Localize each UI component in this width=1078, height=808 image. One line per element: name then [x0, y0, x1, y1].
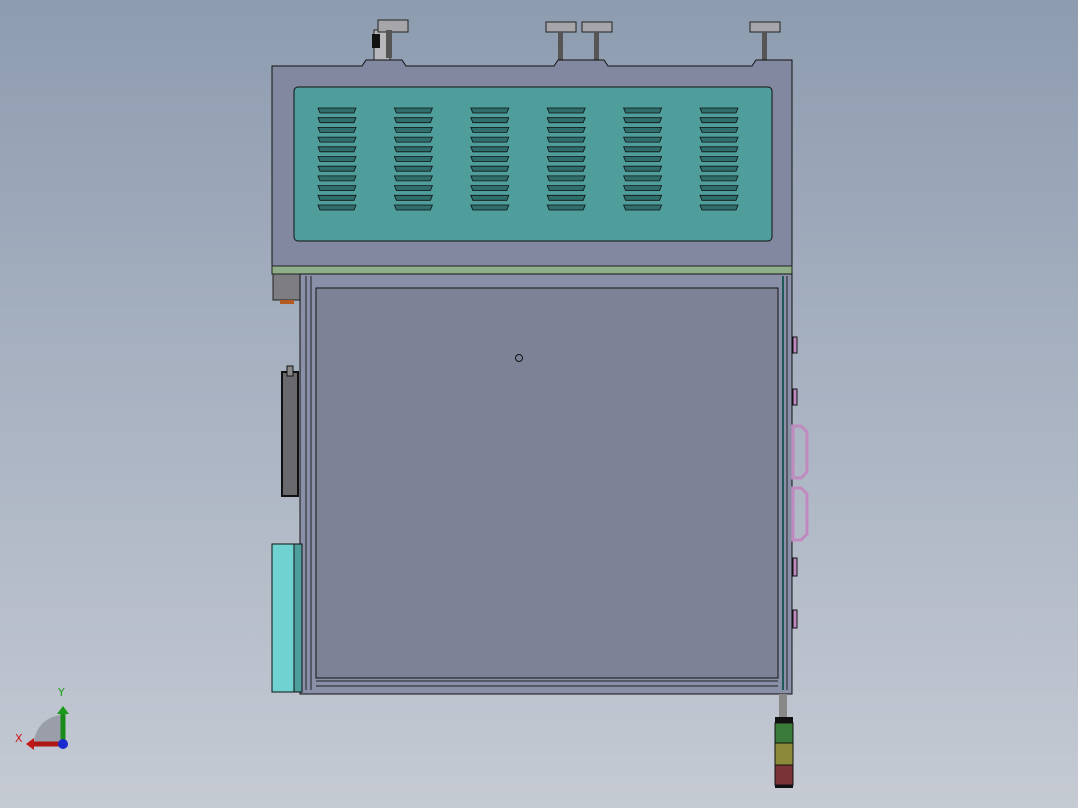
louver-slot	[699, 107, 739, 114]
louver-slot	[393, 185, 433, 191]
louver-panel	[293, 86, 773, 242]
louver-slot	[623, 156, 663, 162]
louver-slot	[623, 117, 663, 124]
axis-triad	[26, 706, 69, 750]
louver-slot	[623, 136, 663, 143]
louver-slot	[699, 127, 739, 133]
louver-slot	[623, 194, 663, 201]
louver-slot	[470, 146, 510, 153]
louver-slot	[393, 165, 433, 172]
louver-slot	[317, 194, 357, 201]
motor-block	[272, 273, 302, 301]
louver-slot	[470, 194, 510, 201]
knob	[545, 21, 577, 60]
louver-slot	[699, 194, 739, 201]
louver-slot	[699, 136, 739, 143]
louver-slot	[393, 136, 433, 143]
x-axis-label: X	[15, 732, 23, 745]
motor-base	[280, 300, 294, 304]
y-axis-label: Y	[58, 686, 65, 699]
louver-slot	[470, 107, 510, 114]
louver-slot	[317, 165, 357, 172]
chamber-door	[315, 287, 779, 679]
air-cylinder[interactable]	[281, 371, 299, 497]
louver-slot	[546, 136, 586, 143]
green-strip	[271, 265, 793, 275]
louver-slot	[317, 107, 357, 114]
louver-slot	[470, 175, 510, 182]
louver-slot	[317, 136, 357, 143]
louver-slot	[470, 136, 510, 143]
louver-slot	[317, 156, 357, 162]
louver-slot	[546, 175, 586, 182]
louver-slot	[470, 185, 510, 191]
louver-slot	[623, 146, 663, 153]
top-knobs	[372, 19, 781, 61]
louver-slot	[470, 156, 510, 162]
louver-slot	[546, 165, 586, 172]
louver-slot	[393, 204, 433, 211]
signal-tower	[774, 694, 794, 788]
louver-slot	[393, 117, 433, 124]
louver-slot	[393, 175, 433, 182]
knob	[749, 21, 781, 60]
louver-slot	[699, 185, 739, 191]
louver-slot	[546, 107, 586, 114]
louver-slot	[317, 185, 357, 191]
louver-slot	[699, 117, 739, 124]
louver-slot	[546, 204, 586, 211]
louver-slot	[470, 204, 510, 211]
louver-slot	[317, 117, 357, 124]
louver-slot	[546, 185, 586, 191]
louver-slot	[623, 204, 663, 211]
louver-slot	[470, 165, 510, 172]
louver-slot	[699, 204, 739, 211]
louver-slot	[699, 175, 739, 182]
knob	[581, 21, 613, 60]
louver-slot	[393, 107, 433, 114]
valve-knob	[372, 19, 409, 61]
louver-slot	[470, 127, 510, 133]
louver-slot	[623, 127, 663, 133]
louver-slot	[546, 127, 586, 133]
louver-slot	[393, 156, 433, 162]
louver-slot	[317, 204, 357, 211]
louver-slot	[317, 127, 357, 133]
louver-slot	[546, 117, 586, 124]
louver-slot	[623, 175, 663, 182]
louver-slot	[699, 156, 739, 162]
louver-slot	[546, 146, 586, 153]
louver-slot	[546, 156, 586, 162]
louver-slot	[470, 117, 510, 124]
louver-slot	[393, 127, 433, 133]
louver-slot	[317, 175, 357, 182]
louver-slot	[546, 194, 586, 201]
louver-slot	[623, 185, 663, 191]
louver-slot	[317, 146, 357, 153]
louver-slot	[623, 107, 663, 114]
louver-slot	[623, 165, 663, 172]
louver-slot	[393, 146, 433, 153]
louver-slot	[699, 165, 739, 172]
cad-viewport[interactable]	[0, 0, 1078, 808]
door-handles[interactable]	[791, 336, 809, 629]
louver-slot	[699, 146, 739, 153]
louver-slot	[393, 194, 433, 201]
